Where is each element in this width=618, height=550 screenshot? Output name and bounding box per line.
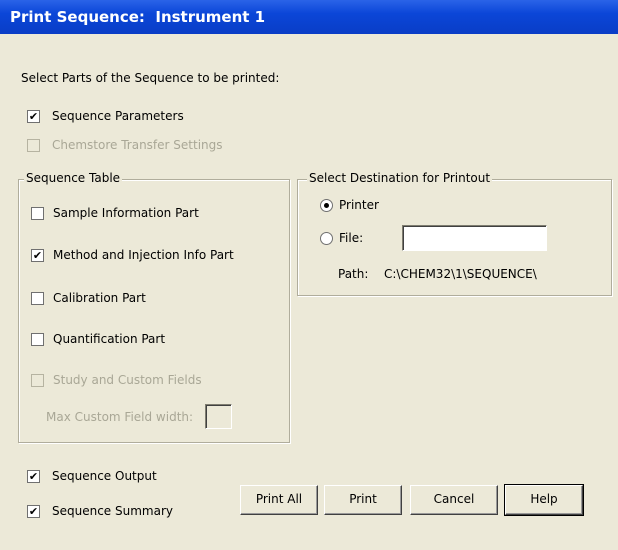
printer-radio-option[interactable]: Printer: [320, 197, 470, 213]
calibration-part-label: Calibration Part: [53, 291, 146, 305]
printer-radio[interactable]: [320, 199, 333, 212]
destination-title: Select Destination for Printout: [307, 170, 493, 186]
sequence-parameters-check-box[interactable]: ✔: [27, 110, 40, 123]
path-value: C:\CHEM32\1\SEQUENCE\: [384, 267, 537, 281]
file-label: File:: [339, 231, 364, 245]
study-custom-fields-label: Study and Custom Fields: [53, 373, 202, 387]
file-radio[interactable]: [320, 232, 333, 245]
help-button[interactable]: Help: [504, 484, 584, 516]
check-mark-icon: ✔: [28, 505, 39, 518]
study-custom-fields-checkbox: Study and Custom Fields: [31, 372, 281, 388]
method-injection-info-part-label: Method and Injection Info Part: [53, 248, 234, 262]
sequence-parameters-label: Sequence Parameters: [52, 109, 184, 123]
sequence-table-title: Sequence Table: [24, 170, 123, 186]
sequence-output-label: Sequence Output: [52, 469, 157, 483]
sequence-summary-label: Sequence Summary: [52, 504, 173, 518]
sequence-output-checkbox[interactable]: ✔ Sequence Output: [27, 468, 227, 484]
printer-label: Printer: [339, 198, 379, 212]
file-path-input[interactable]: [402, 225, 547, 251]
quantification-check-box[interactable]: [31, 333, 44, 346]
quantification-part-label: Quantification Part: [53, 332, 166, 346]
path-label: Path:: [338, 267, 369, 281]
title-bar: Print Sequence: Instrument 1: [0, 0, 618, 34]
check-mark-icon: ✔: [28, 110, 39, 123]
sample-information-part-checkbox[interactable]: Sample Information Part: [31, 205, 281, 221]
quantification-part-checkbox[interactable]: Quantification Part: [31, 331, 281, 347]
max-custom-field-width-label: Max Custom Field width:: [46, 410, 194, 424]
chemstore-transfer-settings-checkbox: Chemstore Transfer Settings: [27, 137, 327, 153]
print-button[interactable]: Print: [324, 485, 402, 515]
sequence-output-check-box[interactable]: ✔: [27, 470, 40, 483]
study-custom-fields-check-box: [31, 374, 44, 387]
chemstore-check-box: [27, 139, 40, 152]
chemstore-transfer-settings-label: Chemstore Transfer Settings: [52, 138, 223, 152]
calibration-part-checkbox[interactable]: Calibration Part: [31, 290, 281, 306]
dialog-body: Select Parts of the Sequence to be print…: [0, 34, 618, 550]
calibration-check-box[interactable]: [31, 292, 44, 305]
sample-information-check-box[interactable]: [31, 207, 44, 220]
sequence-parameters-checkbox[interactable]: ✔ Sequence Parameters: [27, 108, 327, 124]
max-custom-field-width-input: [205, 404, 232, 429]
window-title: Print Sequence: Instrument 1: [10, 8, 266, 26]
check-mark-icon: ✔: [28, 470, 39, 483]
sequence-summary-checkbox[interactable]: ✔ Sequence Summary: [27, 503, 227, 519]
method-injection-info-part-checkbox[interactable]: ✔ Method and Injection Info Part: [31, 247, 281, 263]
sample-information-part-label: Sample Information Part: [53, 206, 199, 220]
sequence-summary-check-box[interactable]: ✔: [27, 505, 40, 518]
cancel-button[interactable]: Cancel: [410, 485, 498, 515]
intro-label: Select Parts of the Sequence to be print…: [21, 71, 280, 85]
check-mark-icon: ✔: [32, 249, 43, 262]
radio-selected-dot: [324, 203, 329, 208]
method-injection-check-box[interactable]: ✔: [31, 249, 44, 262]
print-all-button[interactable]: Print All: [240, 485, 318, 515]
file-radio-option[interactable]: File:: [320, 230, 400, 246]
